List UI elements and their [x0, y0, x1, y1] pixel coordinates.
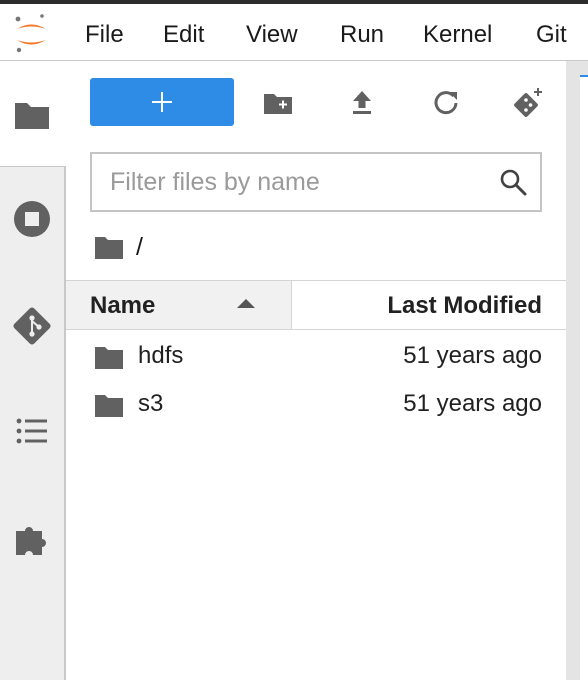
git-clone-icon[interactable] — [512, 87, 544, 119]
filter-box — [90, 152, 542, 212]
file-browser-panel: / Name Last Modified hdfs 51 years ago s… — [66, 61, 566, 680]
column-modified-label: Last Modified — [387, 292, 542, 319]
stop-circle-icon[interactable] — [12, 199, 52, 239]
main-area-edge[interactable] — [566, 61, 588, 680]
menu-file[interactable]: File — [85, 20, 124, 50]
search-icon[interactable] — [498, 167, 528, 197]
new-folder-icon[interactable] — [262, 87, 294, 119]
jupyter-logo-icon[interactable] — [12, 12, 52, 56]
new-launcher-button[interactable] — [90, 78, 234, 126]
puzzle-icon[interactable] — [12, 519, 52, 559]
folder-icon — [15, 103, 49, 129]
git-icon[interactable] — [12, 306, 52, 346]
menu-view[interactable]: View — [246, 20, 298, 50]
menu-kernel[interactable]: Kernel — [423, 20, 492, 50]
sort-ascending-icon — [237, 299, 255, 308]
file-name: s3 — [138, 390, 164, 417]
column-header-last-modified[interactable]: Last Modified — [292, 281, 566, 329]
plus-icon — [152, 92, 172, 112]
menu-edit[interactable]: Edit — [163, 20, 204, 50]
column-header-name[interactable]: Name — [66, 281, 292, 329]
folder-icon — [95, 347, 123, 369]
file-row-hdfs[interactable]: hdfs 51 years ago — [66, 333, 566, 381]
menu-git[interactable]: Git — [536, 20, 567, 50]
refresh-icon[interactable] — [430, 87, 462, 119]
file-name: hdfs — [138, 342, 184, 369]
sidebar-tab-file-browser[interactable] — [0, 61, 66, 167]
file-modified: 51 years ago — [403, 390, 542, 417]
column-name-label: Name — [90, 292, 156, 319]
folder-icon — [95, 395, 123, 417]
left-sidebar — [0, 61, 66, 680]
menu-bar: File Edit View Run Kernel Git — [0, 4, 588, 61]
file-row-s3[interactable]: s3 51 years ago — [66, 381, 566, 429]
upload-icon[interactable] — [346, 87, 378, 119]
main-area-peek — [580, 77, 588, 680]
breadcrumb-root[interactable]: / — [136, 233, 143, 262]
filter-files-input[interactable] — [92, 154, 492, 210]
list-icon[interactable] — [12, 411, 52, 451]
menu-run[interactable]: Run — [340, 20, 384, 50]
file-modified: 51 years ago — [403, 342, 542, 369]
file-list-header: Name Last Modified — [66, 280, 566, 330]
breadcrumb: / — [94, 231, 143, 263]
home-folder-icon[interactable] — [94, 233, 124, 261]
